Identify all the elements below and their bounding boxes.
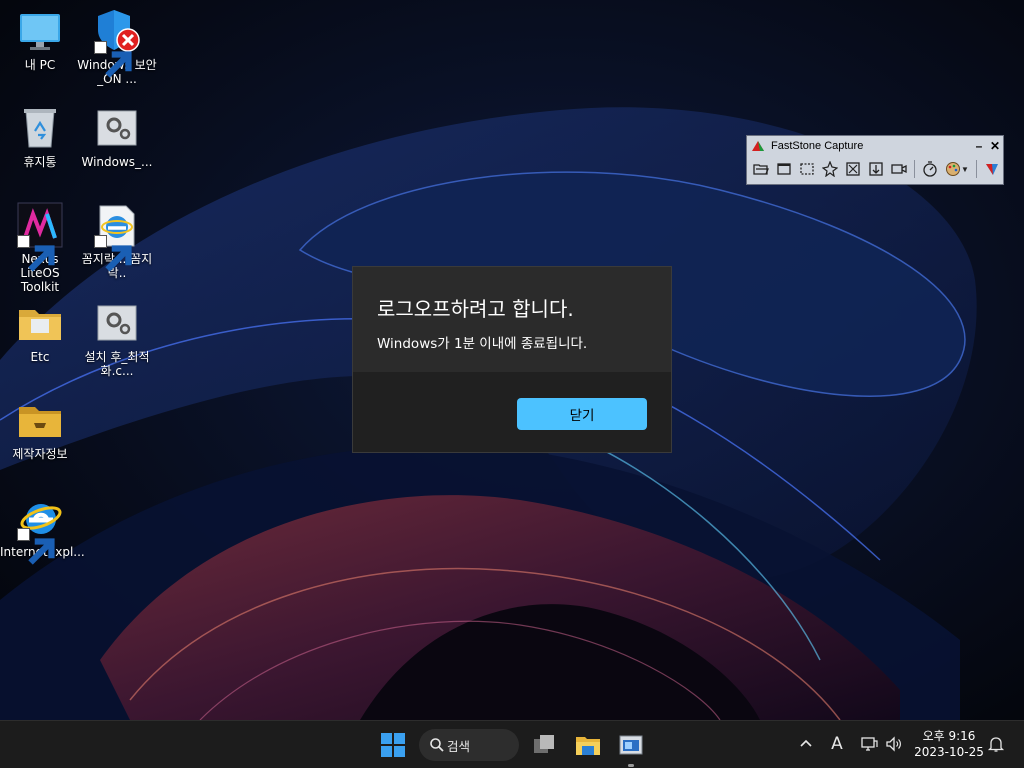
faststone-button-row: ▼ <box>747 156 1003 182</box>
faststone-title: FastStone Capture <box>771 140 864 152</box>
taskbar: 검색 A 오후 9:16 2023-10-25 <box>0 720 1024 768</box>
desktop-icon-label: 제작자정보 <box>12 447 68 461</box>
shortcut-arrow-icon <box>17 235 55 272</box>
shortcut-arrow-icon <box>94 41 132 78</box>
capture-window-button[interactable] <box>774 159 794 179</box>
desktop-icon-creator-info-folder[interactable]: 제작자정보 <box>0 397 80 461</box>
shortcut-arrow-icon <box>17 528 55 565</box>
task-view-button[interactable] <box>528 729 560 761</box>
fullscreen-icon <box>846 162 860 176</box>
show-hidden-icons-button[interactable] <box>795 733 817 755</box>
desktop-icon-this-pc[interactable]: 내 PC <box>0 8 80 72</box>
settings-menu-button[interactable] <box>982 159 1002 179</box>
faststone-titlebar[interactable]: FastStone Capture – ✕ <box>747 136 1003 156</box>
faststone-app-icon <box>619 735 643 755</box>
taskbar-clock[interactable]: 오후 9:16 2023-10-25 <box>914 728 984 760</box>
window-icon <box>777 163 791 175</box>
input-method-button[interactable]: A <box>826 733 848 755</box>
desktop-icon-label: 휴지통 <box>23 155 57 169</box>
desktop-icon-label: Etc <box>30 350 50 364</box>
windows-security-icon <box>94 8 140 78</box>
delay-timer-button[interactable] <box>920 159 940 179</box>
stopwatch-icon <box>923 161 937 177</box>
file-explorer-icon <box>576 737 600 755</box>
freehand-select-icon <box>822 161 838 177</box>
rectangle-select-icon <box>800 163 814 175</box>
speaker-icon <box>886 736 901 752</box>
faststone-capture-toolbar[interactable]: FastStone Capture – ✕ ▼ <box>746 135 1004 185</box>
faststone-menu-icon <box>986 164 998 175</box>
scrolling-window-icon <box>869 162 883 176</box>
folder-icon <box>17 300 63 346</box>
file-explorer-button[interactable] <box>572 729 604 761</box>
video-camera-icon <box>891 164 907 174</box>
output-destination-button[interactable]: ▼ <box>943 159 971 179</box>
desktop-icon-label: 설치 후_최적화.c... <box>84 350 150 378</box>
search-label: 검색 <box>447 738 471 754</box>
folder-icon <box>17 397 63 443</box>
dialog-message: Windows가 1분 이내에 종료됩니다. <box>377 336 588 352</box>
internet-explorer-icon <box>17 495 63 565</box>
dialog-title: 로그오프하려고 합니다. <box>377 297 574 321</box>
dropdown-arrow-icon: ▼ <box>961 164 969 174</box>
running-indicator <box>628 764 634 767</box>
capture-fullscreen-button[interactable] <box>843 159 863 179</box>
desktop-icon-windows-settings-file[interactable]: Windows_... <box>77 105 157 169</box>
notifications-button[interactable] <box>985 733 1007 755</box>
faststone-minimize-button[interactable]: – <box>971 139 987 153</box>
desktop-icon-label: Windows_... <box>81 155 153 169</box>
ime-indicator: A <box>831 734 843 754</box>
toolbar-separator <box>914 160 915 178</box>
close-button[interactable]: 닫기 <box>517 398 647 430</box>
clock-time: 오후 9:16 <box>922 729 976 743</box>
dialog-footer: 닫기 <box>353 372 671 452</box>
settings-file-icon <box>94 105 140 151</box>
logoff-dialog: 로그오프하려고 합니다. Windows가 1분 이내에 종료됩니다. 닫기 <box>352 266 672 453</box>
search-icon <box>430 738 444 752</box>
open-folder-icon <box>753 164 769 175</box>
faststone-logo-icon <box>752 141 764 151</box>
network-button[interactable] <box>858 733 880 755</box>
palette-icon <box>946 162 961 176</box>
task-view-icon <box>534 735 554 753</box>
desktop-icon-ie-file[interactable]: 꼼지락... 꼼지락.. <box>77 202 157 280</box>
capture-rectangle-button[interactable] <box>797 159 817 179</box>
clock-date: 2023-10-25 <box>914 745 984 759</box>
open-folder-button[interactable] <box>751 159 771 179</box>
bell-icon <box>987 737 1005 752</box>
desktop-icon-label: 내 PC <box>24 58 56 72</box>
windows-logo-icon <box>381 733 405 757</box>
desktop-icon-nexus-toolkit[interactable]: Nexus LiteOS Toolkit <box>0 202 80 294</box>
desktop-icon-optimize-settings-file[interactable]: 설치 후_최적화.c... <box>77 300 157 378</box>
faststone-taskbar-button[interactable] <box>615 729 647 761</box>
desktop-icon-windows-security[interactable]: Windows 보안_ON ... <box>77 8 157 86</box>
capture-freehand-button[interactable] <box>820 159 840 179</box>
start-button[interactable] <box>377 729 409 761</box>
chevron-up-icon <box>800 739 812 747</box>
monitor-icon <box>17 8 63 54</box>
desktop-icon-internet-explorer[interactable]: InternetExpl... <box>0 495 85 565</box>
toolbar-separator <box>976 160 977 178</box>
internet-explorer-file-icon <box>94 202 140 272</box>
nexus-icon <box>17 202 63 272</box>
volume-button[interactable] <box>883 733 905 755</box>
faststone-close-button[interactable]: ✕ <box>987 139 1003 153</box>
recycle-bin-icon <box>17 105 63 151</box>
capture-scrolling-button[interactable] <box>866 159 886 179</box>
desktop-icon-etc-folder[interactable]: Etc <box>0 300 80 364</box>
settings-file-icon <box>94 300 140 346</box>
network-icon <box>861 737 878 751</box>
shortcut-arrow-icon <box>94 235 132 272</box>
screen-recorder-button[interactable] <box>889 159 909 179</box>
taskbar-search-button[interactable]: 검색 <box>419 729 519 761</box>
desktop-icon-recycle-bin[interactable]: 휴지통 <box>0 105 80 169</box>
